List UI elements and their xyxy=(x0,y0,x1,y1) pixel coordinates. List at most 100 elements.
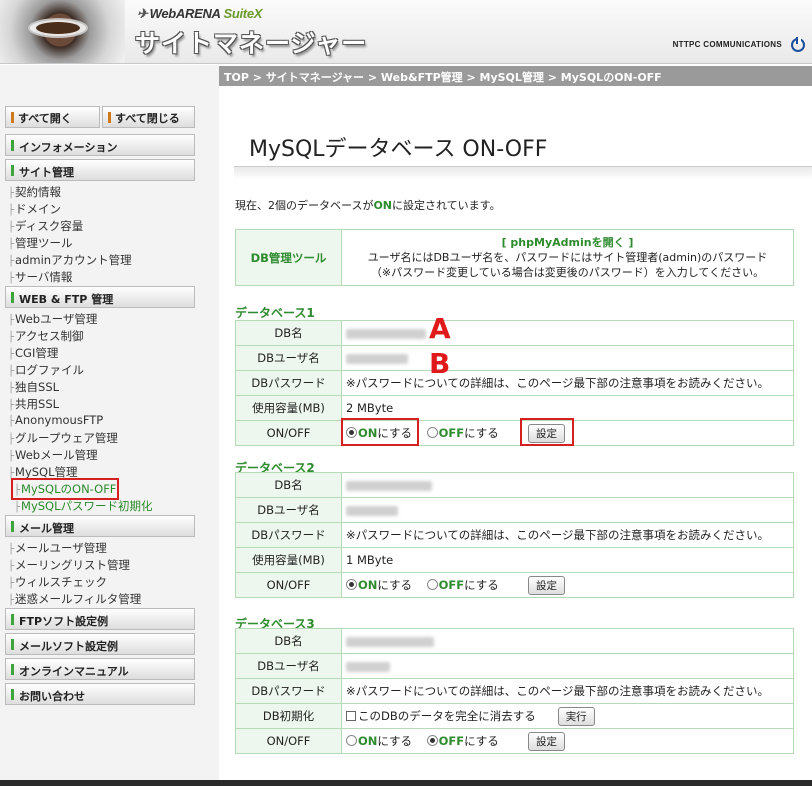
status-text: 現在、2個のデータベースがONに設定されています。 xyxy=(235,199,501,212)
sidebar-item-domain[interactable]: ドメイン xyxy=(8,201,61,217)
title-divider xyxy=(234,166,812,179)
app-header: ✈ WebARENA SuiteX サイトマネージャー NTTPC COMMUNI… xyxy=(0,0,812,64)
db2-off-radio[interactable]: OFFにする xyxy=(426,577,499,593)
checkbox-icon xyxy=(346,710,356,721)
db3-user-label: DBユーザ名 xyxy=(235,653,342,679)
db2-on-radio[interactable]: ONにする xyxy=(346,577,412,593)
db1-pass-note: ※パスワードについての詳細は、このページ最下部の注意事項をお読みください。 xyxy=(341,370,794,396)
sidebar-item-disk[interactable]: ディスク容量 xyxy=(8,218,83,234)
db3-set-button[interactable]: 設定 xyxy=(528,731,566,751)
db1-usage-label: 使用容量(MB) xyxy=(235,395,342,421)
sidebar-section-manual[interactable]: オンラインマニュアル xyxy=(5,658,195,680)
db1-name-label: DB名 xyxy=(235,320,342,346)
coffee-surface xyxy=(36,22,80,34)
db3-off-radio[interactable]: OFFにする xyxy=(426,733,499,749)
sidebar-section-info[interactable]: インフォメーション xyxy=(5,134,195,156)
sidebar-item-virus[interactable]: ウィルスチェック xyxy=(8,574,107,590)
sidebar-item-mysql-password[interactable]: MySQLパスワード初期化 xyxy=(14,498,153,514)
sidebar-item-anon-ftp[interactable]: AnonymousFTP xyxy=(8,413,103,427)
db-tool-label: DB管理ツール xyxy=(235,229,342,286)
redacted-value xyxy=(346,480,432,491)
radio-icon xyxy=(426,734,438,746)
db2-name-value xyxy=(341,472,794,498)
company-logo: NTTPC COMMUNICATIONS xyxy=(672,40,782,49)
app-title: サイトマネージャー xyxy=(135,29,368,58)
redacted-value xyxy=(346,328,426,339)
db2-user-label: DBユーザ名 xyxy=(235,497,342,523)
sidebar-item-shared-ssl[interactable]: 共用SSL xyxy=(8,396,59,412)
db3-init-label: DB初期化 xyxy=(235,703,342,729)
power-icon xyxy=(791,37,805,52)
db2-usage-label: 使用容量(MB) xyxy=(235,547,342,573)
db-tool-table: DB管理ツール [ phpMyAdminを開く ] ユーザ名にはDBユーザ名を、… xyxy=(235,229,794,286)
sidebar-section-site[interactable]: サイト管理 xyxy=(5,159,195,181)
radio-icon xyxy=(426,578,438,590)
db1-name-value xyxy=(341,320,794,346)
sidebar-item-mysql-onoff[interactable]: MySQLのON-OFF xyxy=(10,478,120,500)
db1-off-radio[interactable]: OFFにする xyxy=(426,425,499,441)
page-title: MySQLデータベース ON-OFF xyxy=(249,137,548,162)
sidebar-section-mail[interactable]: メール管理 xyxy=(5,515,195,537)
db-tool-note-1: ユーザ名にはDBユーザ名を、パスワードにはサイト管理者(admin)のパスワード xyxy=(367,251,768,264)
db2-pass-label: DBパスワード xyxy=(235,522,342,548)
sidebar-item-log[interactable]: ログファイル xyxy=(8,362,84,378)
db1-usage-value: 2 MByte xyxy=(341,395,794,421)
db3-pass-label: DBパスワード xyxy=(235,678,342,704)
redacted-value xyxy=(346,505,398,516)
sidebar-section-ftp-soft[interactable]: FTPソフト設定例 xyxy=(5,608,195,630)
sidebar-item-mail-user[interactable]: メールユーザ管理 xyxy=(8,540,107,556)
sidebar-item-access[interactable]: アクセス制御 xyxy=(8,328,83,344)
db1-onoff-label: ON/OFF xyxy=(235,420,342,446)
db2-table: DB名 DBユーザ名 DBパスワード ※パスワードについての詳細は、このページ最… xyxy=(235,472,794,598)
brand-mark-icon: ✈ xyxy=(137,6,148,21)
annotation-b: B xyxy=(429,347,451,380)
db1-set-button[interactable]: 設定 xyxy=(528,423,566,443)
radio-icon xyxy=(426,426,438,438)
sidebar: すべて開く すべて閉じる インフォメーション サイト管理 契約情報 ドメイン デ… xyxy=(0,86,219,786)
sidebar-item-web-user[interactable]: Webユーザ管理 xyxy=(8,311,97,327)
brand-logo: ✈ WebARENA SuiteX xyxy=(137,6,263,21)
sidebar-item-groupware[interactable]: グループウェア管理 xyxy=(8,430,118,446)
db1-table: DB名 DBユーザ名 DBパスワード ※パスワードについての詳細は、このページ最… xyxy=(235,320,794,446)
close-all-button[interactable]: すべて閉じる xyxy=(102,106,195,128)
radio-icon xyxy=(346,734,357,746)
bottom-bar xyxy=(0,780,812,786)
db3-name-label: DB名 xyxy=(235,628,342,654)
sidebar-item-tools[interactable]: 管理ツール xyxy=(8,235,73,251)
db3-onoff-cell: ONにする OFFにする 設定 xyxy=(341,728,794,754)
redacted-value xyxy=(346,353,408,364)
sidebar-item-webmail[interactable]: Webメール管理 xyxy=(8,447,98,463)
sidebar-item-mailing-list[interactable]: メーリングリスト管理 xyxy=(8,557,130,573)
db3-exec-button[interactable]: 実行 xyxy=(557,706,595,726)
db1-onoff-cell: ONにする OFFにする 設定 xyxy=(341,420,794,446)
sidebar-item-spam[interactable]: 迷惑メールフィルタ管理 xyxy=(8,591,141,607)
db-tool-cell: [ phpMyAdminを開く ] ユーザ名にはDBユーザ名を、パスワードにはサ… xyxy=(341,229,794,286)
sidebar-item-cgi[interactable]: CGI管理 xyxy=(8,345,58,361)
db3-wipe-checkbox[interactable]: このDBのデータを完全に消去する xyxy=(346,708,536,724)
db2-pass-note: ※パスワードについての詳細は、このページ最下部の注意事項をお読みください。 xyxy=(341,522,794,548)
radio-icon xyxy=(346,426,357,438)
db3-onoff-label: ON/OFF xyxy=(235,728,342,754)
breadcrumb: TOP > サイトマネージャー > Web&FTP管理 > MySQL管理 > … xyxy=(219,66,812,86)
db1-user-value xyxy=(341,345,794,371)
redacted-value xyxy=(346,661,390,672)
sidebar-item-contract[interactable]: 契約情報 xyxy=(8,184,61,200)
sidebar-section-contact[interactable]: お問い合わせ xyxy=(5,683,195,705)
sidebar-section-mail-soft[interactable]: メールソフト設定例 xyxy=(5,633,195,655)
db3-table: DB名 DBユーザ名 DBパスワード ※パスワードについての詳細は、このページ最… xyxy=(235,628,794,754)
phpmyadmin-link[interactable]: [ phpMyAdminを開く ] xyxy=(342,235,793,250)
db3-user-value xyxy=(341,653,794,679)
db2-set-button[interactable]: 設定 xyxy=(528,575,566,595)
sidebar-item-admin[interactable]: adminアカウント管理 xyxy=(8,252,132,268)
sidebar-item-ssl[interactable]: 独自SSL xyxy=(8,379,59,395)
sidebar-item-server[interactable]: サーバ情報 xyxy=(8,269,72,285)
sidebar-section-web-ftp[interactable]: WEB & FTP 管理 xyxy=(5,286,195,308)
crumb-spacer xyxy=(0,65,219,86)
open-all-button[interactable]: すべて開く xyxy=(5,106,100,128)
db1-on-radio[interactable]: ONにする xyxy=(346,425,412,441)
db3-on-radio[interactable]: ONにする xyxy=(346,733,412,749)
db3-init-cell: このDBのデータを完全に消去する 実行 xyxy=(341,703,794,729)
radio-icon xyxy=(346,578,357,590)
db3-name-value xyxy=(341,628,794,654)
sidebar-item-mysql[interactable]: MySQL管理 xyxy=(8,464,78,480)
